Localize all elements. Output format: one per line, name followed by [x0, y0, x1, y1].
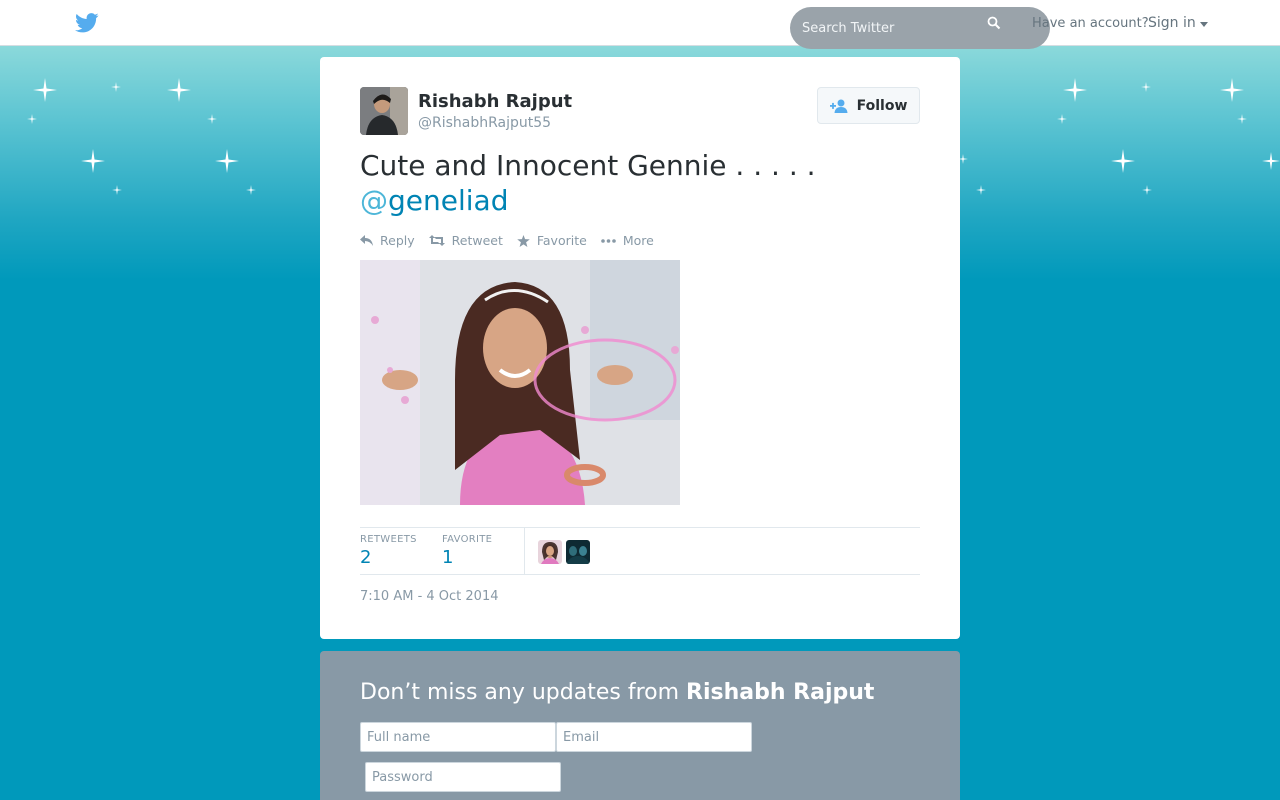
sparkle-icon — [111, 82, 121, 92]
twitter-bird-icon[interactable] — [75, 13, 99, 33]
more-label: More — [622, 233, 654, 248]
sparkle-icon — [1237, 114, 1247, 124]
retweet-button[interactable]: Retweet — [428, 233, 503, 248]
signup-title-name: Rishabh Rajput — [686, 680, 875, 705]
tweet-card: Rishabh Rajput @RishabhRajput55 Follow C… — [320, 57, 960, 639]
sparkle-icon — [1142, 185, 1152, 195]
favoriter-avatar[interactable] — [566, 540, 590, 564]
sparkle-icon — [1111, 149, 1135, 173]
sparkle-icon — [207, 114, 217, 124]
follow-button[interactable]: Follow — [817, 87, 920, 124]
sparkle-icon — [215, 149, 239, 173]
sparkle-icon — [167, 78, 191, 102]
sign-in-label: Sign in — [1148, 15, 1196, 31]
add-user-icon — [829, 99, 848, 113]
sparkle-icon — [1262, 152, 1280, 170]
have-account-text: Have an account? — [1032, 16, 1149, 31]
stats-divider — [524, 528, 525, 575]
sparkle-icon — [81, 149, 105, 173]
tweet-text-body: Cute and Innocent Gennie . . . . . — [360, 149, 816, 182]
reply-icon — [360, 235, 373, 246]
search-input[interactable] — [802, 17, 982, 39]
photo-illustration — [360, 260, 680, 505]
favorite-label: Favorite — [536, 233, 587, 248]
follow-label: Follow — [856, 97, 908, 114]
retweet-icon — [428, 235, 445, 246]
sparkle-icon — [27, 114, 37, 124]
mention-name: geneliad — [388, 184, 509, 217]
avatar[interactable] — [360, 87, 408, 135]
sparkle-icon — [1220, 78, 1244, 102]
retweets-label: RETWEETS — [360, 534, 417, 545]
mention-at-symbol: @ — [360, 184, 388, 217]
favorite-button[interactable]: Favorite — [517, 233, 587, 248]
more-button[interactable]: More — [601, 233, 654, 248]
sparkle-icon — [33, 78, 57, 102]
email-field[interactable] — [556, 722, 752, 752]
mention-link[interactable]: @geneliad — [360, 184, 508, 217]
author-username[interactable]: @RishabhRajput55 — [418, 115, 551, 131]
tweet-photo[interactable] — [360, 260, 680, 505]
retweet-label: Retweet — [451, 233, 503, 248]
sign-in-dropdown[interactable]: Sign in — [1148, 15, 1208, 31]
signup-title: Don’t miss any updates from Rishabh Rajp… — [360, 680, 874, 705]
favorite-stat-label: FAVORITE — [442, 534, 493, 545]
sparkle-icon — [976, 185, 986, 195]
sparkle-icon — [112, 185, 122, 195]
search-icon[interactable] — [987, 16, 1001, 30]
chevron-down-icon — [1199, 21, 1208, 27]
sparkle-icon — [246, 185, 256, 195]
star-icon — [517, 234, 530, 247]
reply-button[interactable]: Reply — [360, 233, 415, 248]
tweet-stats: RETWEETS 2 FAVORITE 1 — [360, 527, 920, 575]
full-name-field[interactable] — [360, 722, 556, 752]
avatar-photo — [360, 87, 408, 135]
retweets-stat[interactable]: RETWEETS 2 — [360, 534, 417, 568]
sparkle-icon — [1057, 114, 1067, 124]
reply-label: Reply — [380, 233, 415, 248]
favorite-stat[interactable]: FAVORITE 1 — [442, 534, 492, 568]
signup-title-prefix: Don’t miss any updates from — [360, 680, 680, 705]
author-fullname[interactable]: Rishabh Rajput — [418, 91, 572, 112]
tweet-timestamp[interactable]: 7:10 AM - 4 Oct 2014 — [360, 589, 499, 604]
more-dots-icon — [601, 238, 616, 243]
sparkle-icon — [1141, 82, 1151, 92]
password-field[interactable] — [365, 762, 561, 792]
sparkle-icon — [1063, 78, 1087, 102]
favorite-count[interactable]: 1 — [442, 547, 492, 568]
search-box[interactable] — [790, 7, 1050, 49]
retweets-count[interactable]: 2 — [360, 547, 417, 568]
tweet-text: Cute and Innocent Gennie . . . . . @gene… — [360, 148, 920, 218]
favoriter-avatar[interactable] — [538, 540, 562, 564]
signup-panel: Don’t miss any updates from Rishabh Rajp… — [320, 651, 960, 800]
tweet-actions: Reply Retweet Favorite More — [360, 233, 654, 248]
